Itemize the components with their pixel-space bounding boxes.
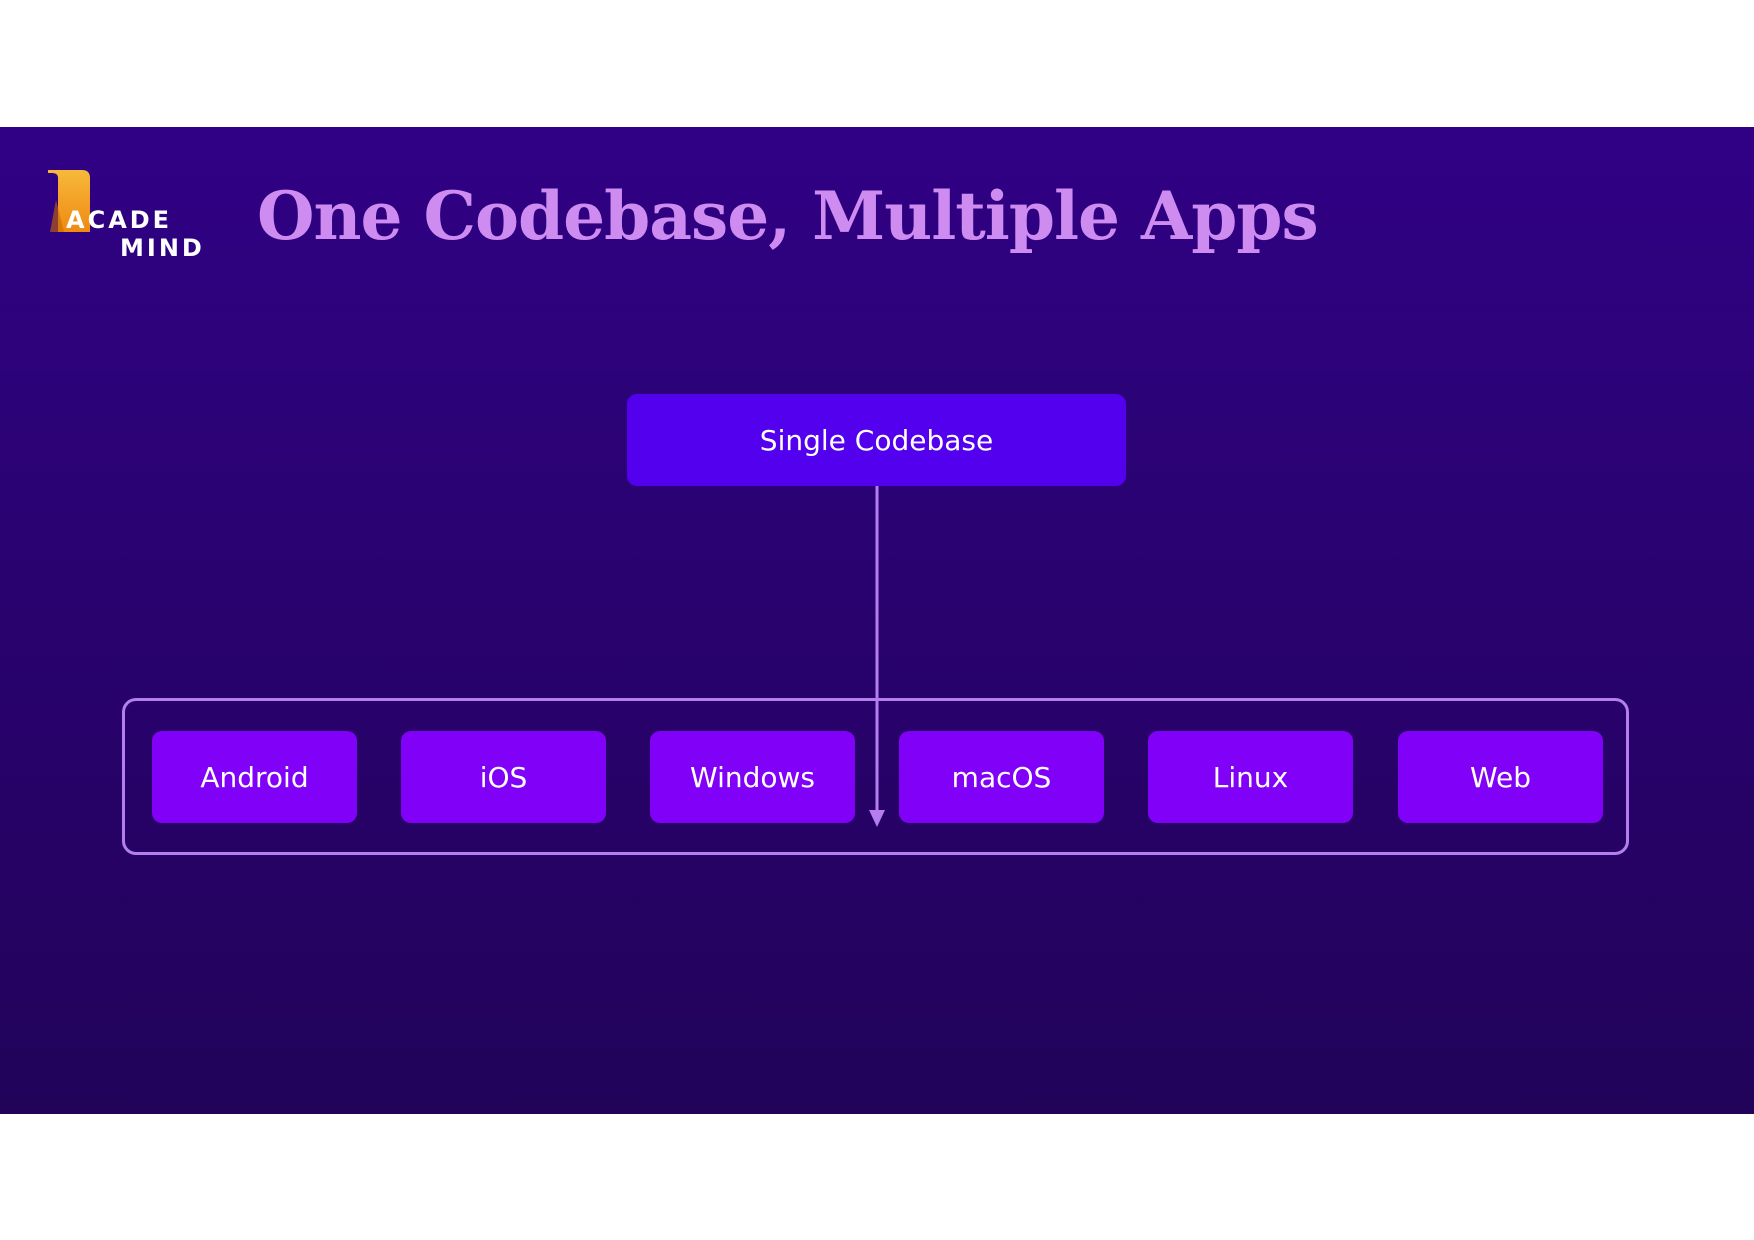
logo-text-line2: MIND (120, 234, 205, 262)
platform-node-macos: macOS (899, 731, 1104, 823)
platform-node-linux: Linux (1148, 731, 1353, 823)
slide: ACADE MIND One Codebase, Multiple Apps S… (0, 127, 1754, 1114)
slide-title: One Codebase, Multiple Apps (257, 177, 1319, 255)
platform-node-ios: iOS (401, 731, 606, 823)
platform-node-android: Android (152, 731, 357, 823)
logo-text-line1: ACADE (66, 206, 173, 234)
platform-node-windows: Windows (650, 731, 855, 823)
academind-logo: ACADE MIND (44, 170, 214, 270)
platform-node-web: Web (1398, 731, 1603, 823)
single-codebase-node: Single Codebase (627, 394, 1126, 486)
